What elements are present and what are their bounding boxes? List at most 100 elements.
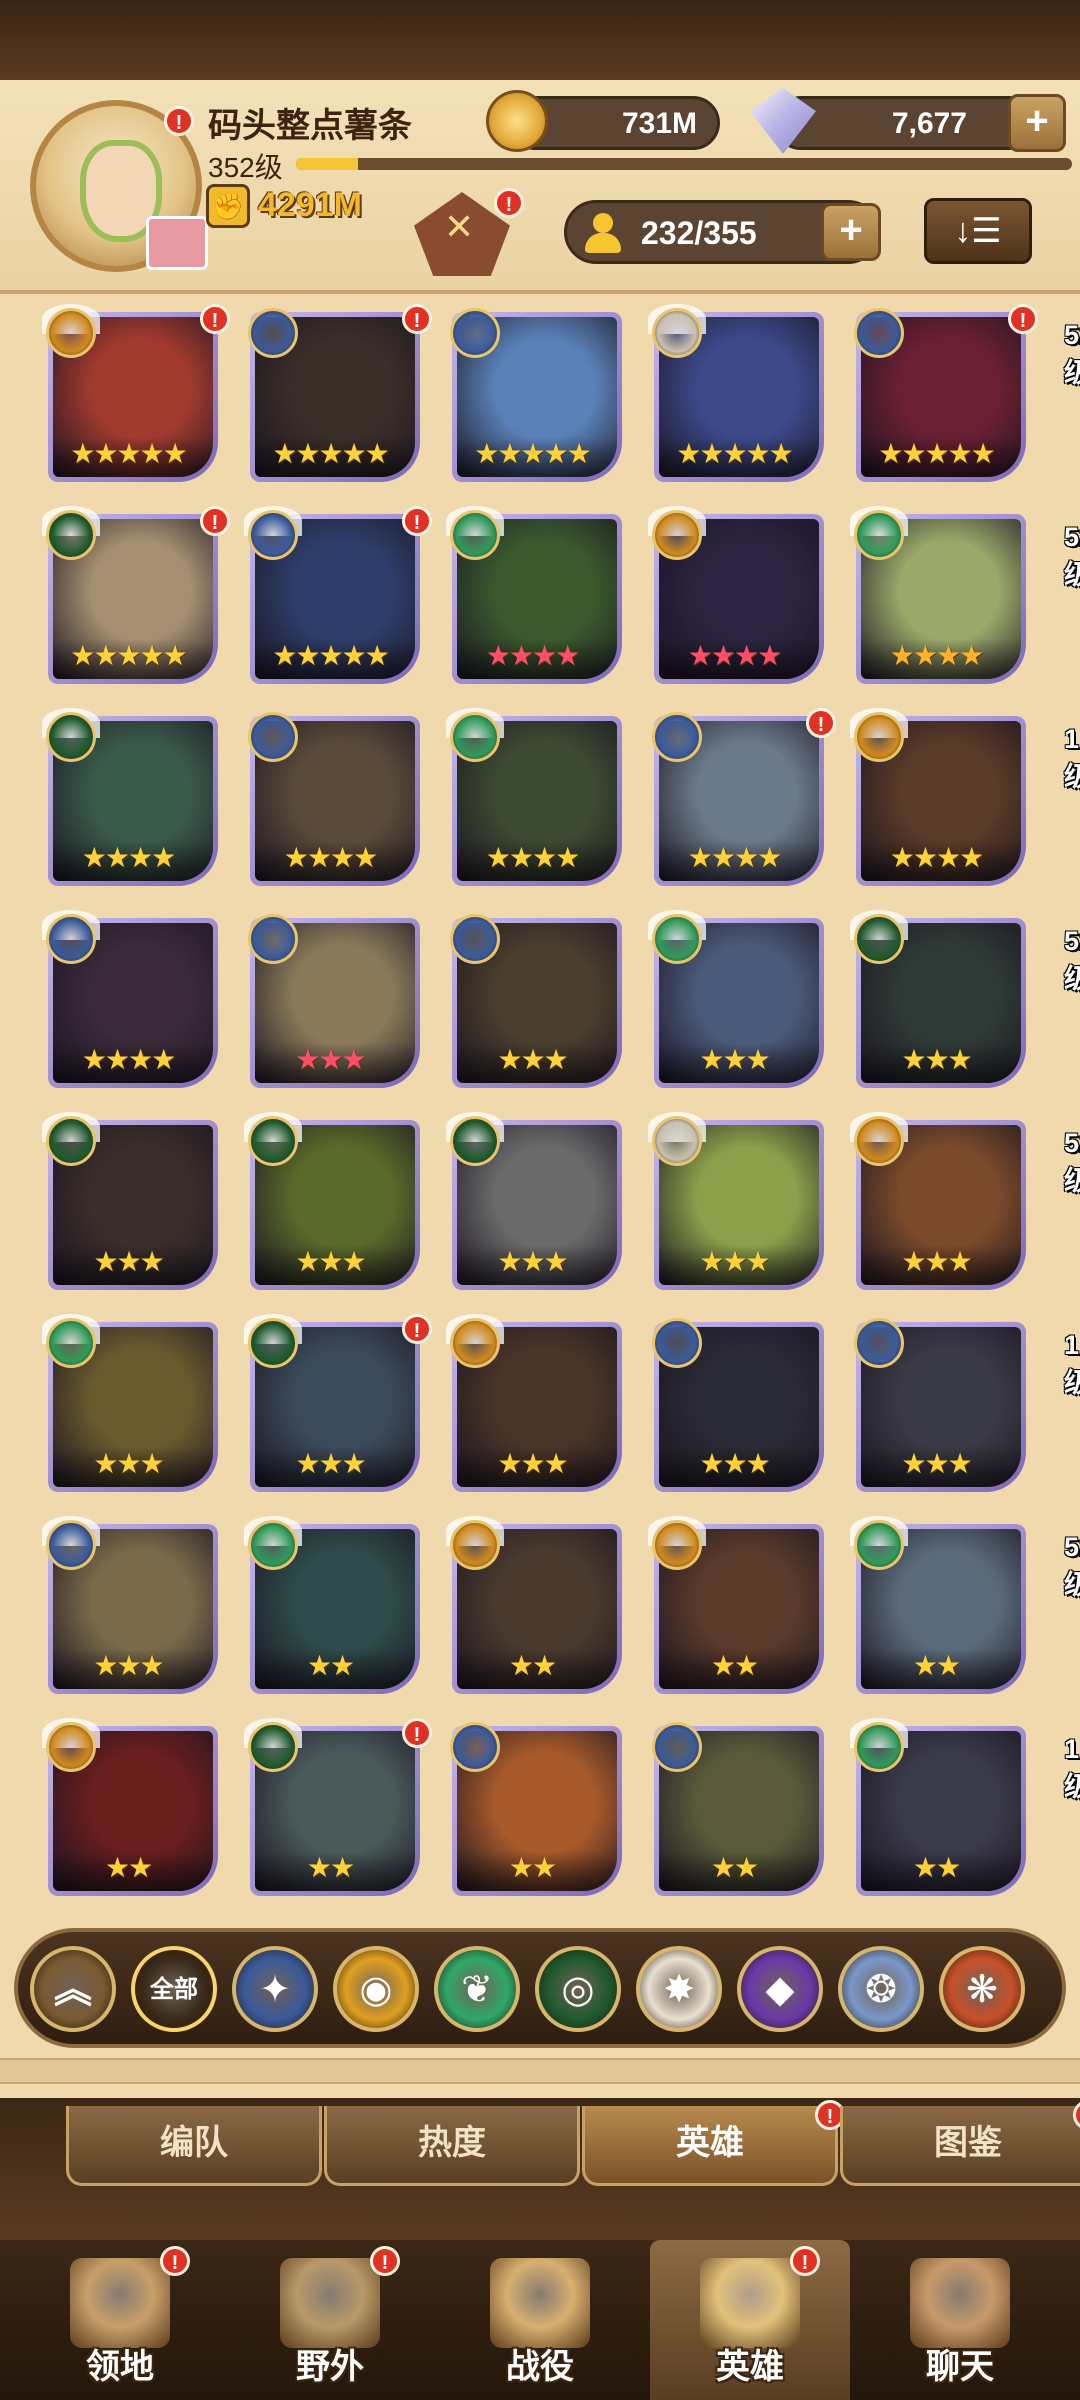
tab-label: 英雄: [676, 2124, 744, 2162]
hero-card[interactable]: 1级★★: [652, 1722, 889, 1896]
graveborn-filter-icon[interactable]: ◎: [535, 1946, 621, 2032]
hero-card[interactable]: 528级★★: [648, 1516, 907, 1694]
graveborn-faction-icon: [450, 1116, 500, 1166]
nav-sword[interactable]: 战役: [440, 2240, 640, 2400]
hero-card[interactable]: 528级★★: [42, 1718, 301, 1896]
dragon-filter-icon[interactable]: ❋: [939, 1946, 1025, 2032]
celestial-filter-icon[interactable]: ✸: [636, 1946, 722, 2032]
tab-notification-badge: !: [1073, 2100, 1080, 2130]
nav-map[interactable]: 野外!: [230, 2240, 430, 2400]
hero-stars: ★★★: [93, 1650, 164, 1681]
player-xp-fill: [296, 158, 359, 170]
filter-all[interactable]: 全部: [131, 1946, 217, 2032]
add-diamonds-button[interactable]: +: [1008, 94, 1066, 152]
hero-card[interactable]: 528级★★★★: [446, 708, 705, 886]
hypogean-filter-icon[interactable]: ◆: [737, 1946, 823, 2032]
celestial-faction-icon: [248, 712, 298, 762]
hero-card[interactable]: 528级★★★★★!: [854, 304, 1080, 482]
hero-stars: ★★: [710, 1852, 759, 1883]
hero-card[interactable]: 528级★★★★★: [648, 304, 907, 482]
hero-card[interactable]: 528级★★★★★!: [244, 506, 503, 684]
wilder-faction-icon: [854, 1722, 904, 1772]
hero-card[interactable]: 528级★★★: [850, 1112, 1080, 1290]
hero-card[interactable]: 528级★★★★!: [652, 708, 907, 886]
hero-card[interactable]: 528级★★★: [850, 910, 1080, 1088]
hero-card[interactable]: 528级★★★★★: [450, 308, 705, 482]
celestial-faction-icon: [854, 1318, 904, 1368]
dimensional-icon-glyph: ❂: [865, 1969, 897, 2011]
celestial-icon-glyph: ✸: [663, 1969, 695, 2011]
hero-card[interactable]: 528级★★★: [244, 1112, 503, 1290]
lightbearer-faction-icon: [46, 308, 96, 358]
hero-notification-badge: !: [402, 1314, 432, 1344]
hero-card[interactable]: 528级★★★!: [244, 1314, 503, 1492]
tab-formation[interactable]: 编队: [66, 2106, 322, 2186]
hero-card[interactable]: 528级★★: [244, 1516, 503, 1694]
graveborn-faction-icon: [46, 712, 96, 762]
mauler-icon-glyph: ◉: [359, 1969, 393, 2011]
hero-card[interactable]: 528级★★★★: [850, 506, 1080, 684]
hero-card[interactable]: 1级★★: [850, 1718, 1080, 1896]
lightbearer-faction-icon: [450, 1520, 500, 1570]
nav-notification-badge: !: [790, 2246, 820, 2276]
hero-stars: ★★★★: [81, 842, 176, 873]
mauler-filter-icon[interactable]: ◉: [333, 1946, 419, 2032]
wilder-faction-icon: [248, 1520, 298, 1570]
hero-card[interactable]: 528级★★★: [648, 910, 907, 1088]
nav-label: 野外: [296, 2348, 364, 2386]
hero-stars: ★★★: [699, 1246, 770, 1277]
hero-card[interactable]: 528级★★★★★!: [248, 304, 503, 482]
hero-card[interactable]: 528级★★★: [42, 1112, 301, 1290]
player-avatar[interactable]: !: [30, 100, 208, 272]
hero-card[interactable]: 1级★★★: [42, 1516, 283, 1694]
celestial-faction-icon: [248, 308, 298, 358]
chevron-up-icon[interactable]: ︽: [30, 1946, 116, 2032]
tab-popularity[interactable]: 热度: [324, 2106, 580, 2186]
sort-button[interactable]: ↓☰: [924, 198, 1032, 264]
hero-stars: ★★★★: [687, 640, 782, 671]
hero-card[interactable]: 1级★★★: [652, 1318, 889, 1492]
hero-card[interactable]: 528级★★★: [648, 1112, 907, 1290]
lightbearer-faction-icon: [450, 1318, 500, 1368]
hero-card[interactable]: 528级★★★★★!: [42, 304, 301, 482]
hero-card[interactable]: 528级★★!: [244, 1718, 503, 1896]
hero-card[interactable]: 528级★★★: [450, 914, 705, 1088]
hero-card[interactable]: 528级★★: [446, 1516, 705, 1694]
hero-card[interactable]: 1级★★★★: [850, 708, 1080, 886]
tab-codex[interactable]: 图鉴!: [840, 2100, 1080, 2186]
expand-hero-slots-button[interactable]: +: [821, 203, 881, 261]
nav-chat[interactable]: 聊天: [860, 2240, 1060, 2400]
hero-card[interactable]: 528级★★★★: [248, 712, 503, 886]
graveborn-faction-icon: [854, 914, 904, 964]
nav-label: 英雄: [716, 2348, 784, 2386]
hero-card[interactable]: 528级★★: [850, 1516, 1080, 1694]
hero-stars: ★★★: [901, 1044, 972, 1075]
gold-value: 731M: [621, 107, 697, 140]
lightbearer-filter-icon[interactable]: ✦: [232, 1946, 318, 2032]
hero-card[interactable]: 528级★★★: [248, 914, 503, 1088]
lightbearer-faction-icon: [854, 712, 904, 762]
hero-card[interactable]: 1级★★★: [854, 1318, 1080, 1492]
hero-card[interactable]: 528级★★★★: [42, 708, 301, 886]
hero-card[interactable]: 528级★★★★: [648, 506, 907, 684]
wilder-filter-icon[interactable]: ❦: [434, 1946, 520, 2032]
celestial-faction-icon: [652, 1722, 702, 1772]
hero-card[interactable]: 528级★★★: [446, 1112, 705, 1290]
hero-stars: ★★★★★: [70, 640, 188, 671]
person-icon: [585, 213, 621, 253]
hero-card[interactable]: 528级★★★: [42, 1314, 301, 1492]
hero-card[interactable]: 528级★★★: [446, 1314, 705, 1492]
dimensional-faction-icon: [652, 1116, 702, 1166]
faction-filter-bar: ︽ 全部 ✦ ◉ ❦ ◎ ✸ ◆ ❂ ❋: [14, 1928, 1066, 2048]
hero-card[interactable]: 528级★★★★★!: [42, 506, 301, 684]
hero-card[interactable]: 1级★★: [450, 1722, 687, 1896]
tab-heroes[interactable]: 英雄!: [582, 2100, 845, 2186]
nav-helmet[interactable]: 英雄!: [650, 2240, 850, 2400]
hero-card[interactable]: 1级★★★★: [42, 910, 283, 1088]
hero-card[interactable]: 528级★★★★: [446, 506, 705, 684]
nav-castle[interactable]: 领地!: [20, 2240, 220, 2400]
graveborn-faction-icon: [248, 1318, 298, 1368]
wilder-faction-icon: [854, 510, 904, 560]
player-header: ! 码头整点薯条 352级 ✊ 4291M 731M 7,677 + ✕ ! 2…: [0, 80, 1080, 294]
dimensional-filter-icon[interactable]: ❂: [838, 1946, 924, 2032]
